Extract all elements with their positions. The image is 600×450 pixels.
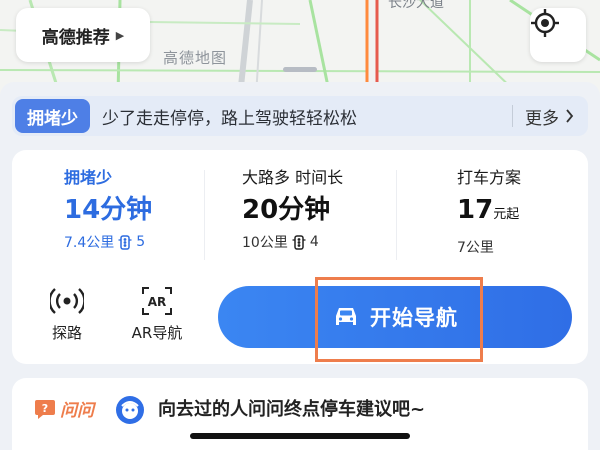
route-distance: 7.4公里 (64, 235, 115, 251)
taxi-price: 17元起 (457, 194, 588, 231)
route-option-2[interactable]: 大路多 时间长 20分钟 10公里 4 (204, 168, 396, 260)
signal-broadcast-icon (50, 288, 84, 314)
probe-button[interactable]: 探路 (40, 286, 94, 356)
recommend-button[interactable]: 高德推荐 ▶ (16, 8, 150, 62)
ar-label: AR导航 (131, 324, 183, 342)
recommend-label: 高德推荐 (41, 27, 110, 48)
home-indicator[interactable] (190, 433, 410, 439)
car-icon (336, 308, 356, 325)
ar-navigation-button[interactable]: AR AR导航 (122, 286, 192, 356)
route-card: 拥堵少 14分钟 7.4公里 5 大路多 时间长 20分钟 10公里 4 打车方… (12, 150, 588, 364)
locate-icon (531, 9, 559, 37)
start-navigation-label: 开始导航 (370, 306, 458, 330)
ask-text: 向去过的人问问终点停车建议吧~ (158, 399, 426, 420)
route-meta: 10公里 4 (242, 232, 396, 252)
traffic-light-icon (118, 234, 132, 250)
route-tag: 拥堵少 (64, 168, 113, 187)
route-option-1[interactable]: 拥堵少 14分钟 7.4公里 5 (12, 150, 204, 278)
mascot-icon (121, 401, 139, 419)
more-label: 更多 (525, 108, 559, 129)
chevron-right-icon (566, 109, 574, 123)
more-button[interactable]: 更多 (513, 104, 588, 129)
ask-bar[interactable]: ? 问问 向去过的人问问终点停车建议吧~ (12, 378, 588, 450)
question-bubble-icon: ? (35, 399, 55, 419)
probe-label: 探路 (51, 324, 82, 342)
route-option-taxi[interactable]: 打车方案 17元起 7公里 (396, 168, 588, 260)
ar-icon-text: AR (148, 295, 167, 309)
route-tag: 大路多 时间长 (242, 168, 344, 187)
route-meta: 7.4公里 5 (64, 232, 204, 252)
tip-text: 少了走走停停，路上驾驶轻轻松松 (102, 108, 357, 129)
route-tag: 打车方案 (457, 168, 522, 187)
avatar (116, 396, 144, 424)
route-time: 14分钟 (64, 195, 153, 225)
route-lights: 4 (309, 234, 319, 250)
start-navigation-button[interactable]: 开始导航 (218, 286, 572, 348)
ar-icon: AR (142, 287, 172, 315)
taxi-price-unit: 元起 (493, 207, 520, 222)
route-lights: 5 (136, 234, 146, 250)
locate-button[interactable] (530, 8, 586, 62)
route-distance: 10公里 (242, 235, 288, 251)
road-label: 长沙大道 (388, 0, 444, 11)
route-distance: 7公里 (457, 240, 494, 256)
route-tip-bar[interactable]: 拥堵少 少了走走停停，路上驾驶轻轻松松 更多 (12, 96, 588, 136)
route-meta: 7公里 (457, 237, 588, 257)
ask-brand: ? 问问 (34, 396, 94, 421)
taxi-price-value: 17 (457, 195, 494, 225)
traffic-light-icon (292, 234, 306, 250)
ask-brand-label: 问问 (60, 401, 94, 421)
route-time: 20分钟 (242, 195, 331, 225)
svg-text:?: ? (42, 402, 48, 415)
play-arrow-icon: ▶ (115, 28, 125, 42)
map-watermark: 高德地图 (163, 49, 228, 67)
sheet-grabber[interactable] (283, 67, 317, 72)
tip-badge: 拥堵少 (15, 99, 90, 133)
